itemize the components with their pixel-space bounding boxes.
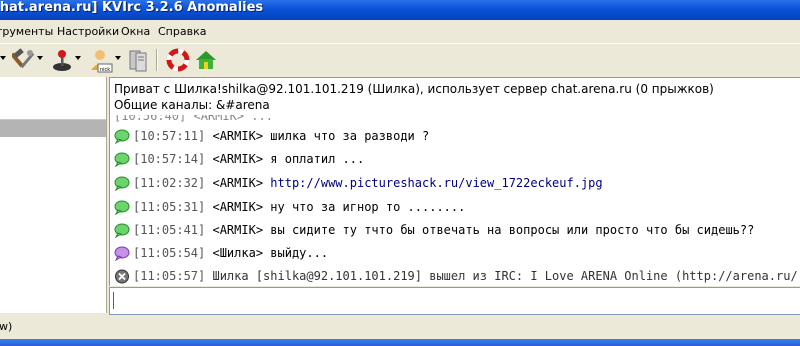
message-nick[interactable]: <ARMIK> bbox=[212, 223, 263, 237]
message-time: [10:57:14] bbox=[133, 152, 206, 166]
speech-bubble-icon bbox=[114, 129, 130, 144]
speech-bubble-icon bbox=[114, 176, 130, 191]
status-text: iw) bbox=[0, 320, 13, 333]
common-channels-line: Общие каналы: &#arena bbox=[114, 98, 270, 112]
message-text: вы сидите ту тчто бы отвечать на вопросы… bbox=[263, 223, 755, 237]
message-nick[interactable]: <ARMIK> bbox=[212, 129, 263, 143]
message-nick[interactable]: <ARMIK> bbox=[212, 176, 263, 190]
toolbar: nick bbox=[0, 43, 800, 77]
speech-bubble-icon bbox=[114, 152, 130, 167]
menu-tools[interactable]: трументы bbox=[0, 21, 53, 42]
message-text: ну что за игнор то ........ bbox=[263, 200, 466, 214]
dropdown-arrow-icon[interactable] bbox=[0, 56, 6, 60]
joystick-icon[interactable] bbox=[50, 48, 74, 74]
window-title-bar[interactable]: chat.arena.ru] KVIrc 3.2.6 Anomalies bbox=[0, 0, 800, 20]
status-bar: iw) bbox=[0, 315, 800, 339]
message-nick[interactable]: <Шилка> bbox=[212, 246, 263, 260]
home-icon[interactable] bbox=[194, 48, 218, 74]
menu-settings[interactable]: Настройки bbox=[57, 21, 119, 42]
user-icon[interactable]: nick bbox=[88, 48, 114, 74]
dropdown-arrow-icon[interactable] bbox=[115, 56, 121, 60]
quit-icon bbox=[115, 269, 129, 284]
message-text: я оплатил ... bbox=[263, 152, 365, 166]
message-input[interactable] bbox=[109, 287, 800, 315]
lifebuoy-icon[interactable] bbox=[166, 48, 190, 74]
dropdown-arrow-icon[interactable] bbox=[37, 56, 43, 60]
text-caret bbox=[113, 292, 114, 309]
speech-bubble-icon bbox=[114, 223, 130, 238]
message-text: шилка что за разводи ? bbox=[263, 129, 430, 143]
taskbar-strip bbox=[0, 339, 800, 346]
svg-text:nick: nick bbox=[100, 67, 110, 73]
message-nick[interactable]: <ARMIK> bbox=[212, 152, 263, 166]
tools-icon[interactable] bbox=[12, 48, 36, 74]
message-text: выйду... bbox=[263, 246, 329, 260]
server-icon[interactable] bbox=[126, 48, 150, 74]
message-time: [11:05:54] bbox=[133, 246, 206, 260]
window-list-panel[interactable] bbox=[0, 77, 107, 313]
query-info-header: Приват с Шилка!shilka@92.101.101.219 (Ши… bbox=[109, 77, 800, 116]
message-time: [11:05:31] bbox=[133, 200, 206, 214]
message-time: [11:02:32] bbox=[133, 176, 206, 190]
menu-help[interactable]: Справка bbox=[158, 21, 206, 42]
speech-bubble-purple-icon bbox=[114, 246, 130, 261]
message-view[interactable]: [10:56:40] <ARMIK> ... [10:57:11] <ARMIK… bbox=[109, 115, 800, 286]
query-info-line: Приват с Шилка!shilka@92.101.101.219 (Ши… bbox=[114, 82, 714, 96]
dropdown-arrow-icon[interactable] bbox=[75, 56, 81, 60]
message-time: [11:05:41] bbox=[133, 223, 206, 237]
message-link[interactable]: http://www.pictureshack.ru/view_1722ecke… bbox=[263, 176, 602, 190]
message-nick[interactable]: <ARMIK> bbox=[212, 200, 263, 214]
menu-bar: трументы Настройки Окна Справка bbox=[0, 21, 800, 42]
selected-window-item[interactable] bbox=[0, 120, 106, 137]
partial-message-line: [10:56:40] <ARMIK> ... bbox=[114, 115, 273, 123]
message-time: [10:57:11] bbox=[133, 129, 206, 143]
window-title: chat.arena.ru] KVIrc 3.2.6 Anomalies bbox=[0, 0, 264, 15]
toolbar-separator bbox=[156, 49, 158, 71]
menu-windows[interactable]: Окна bbox=[121, 21, 150, 42]
message-time: [11:05:57] bbox=[133, 269, 206, 283]
speech-bubble-icon bbox=[114, 200, 130, 215]
quit-message-text: Шилка [shilka@92.101.101.219] вышел из I… bbox=[212, 269, 800, 283]
